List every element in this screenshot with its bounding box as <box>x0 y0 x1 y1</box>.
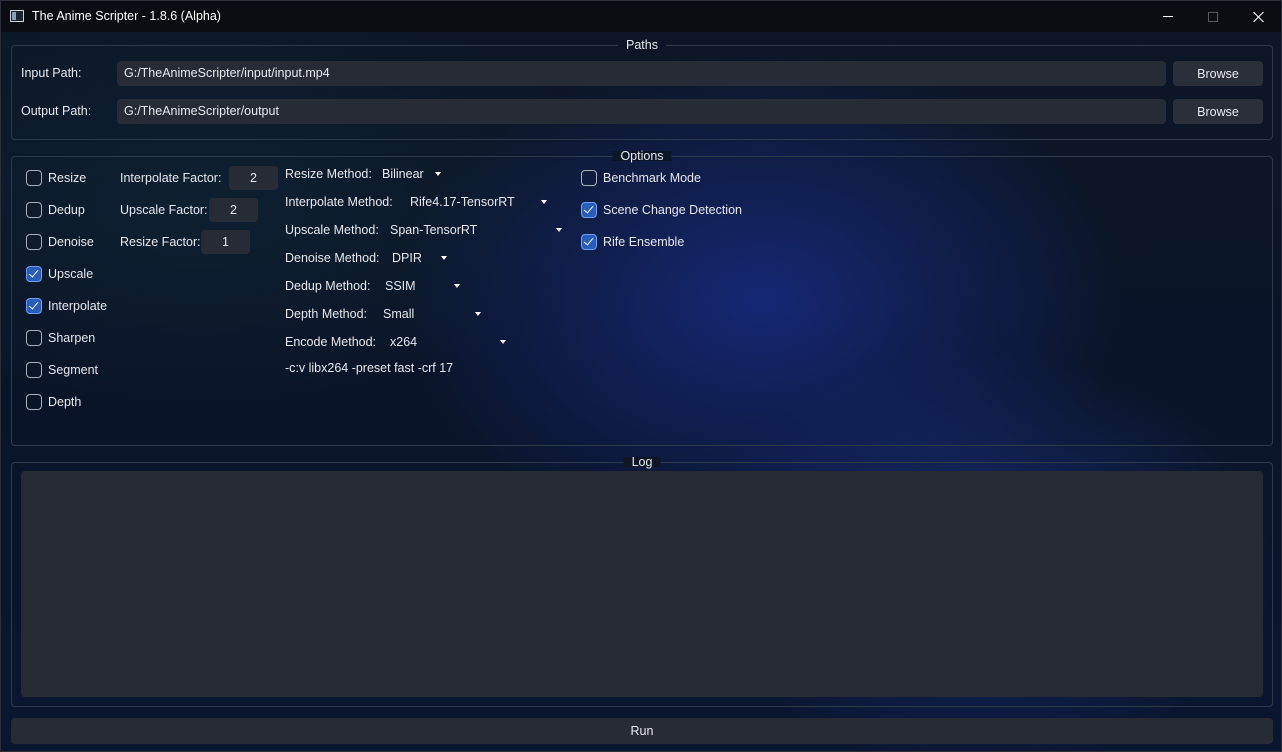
app-window: The Anime Scripter - 1.8.6 (Alpha) Paths… <box>0 0 1282 752</box>
denoise-checkbox-label[interactable]: Denoise <box>48 235 94 249</box>
dedup-method-label: Dedup Method: <box>285 279 371 293</box>
upscale-checkbox-label[interactable]: Upscale <box>48 267 93 281</box>
segment-checkbox-label[interactable]: Segment <box>48 363 98 377</box>
upscale-method-select[interactable]: Span-TensorRT <box>390 223 477 237</box>
close-button[interactable] <box>1236 1 1282 32</box>
interpolate-checkbox[interactable] <box>26 298 42 314</box>
scene-change-label[interactable]: Scene Change Detection <box>603 203 742 217</box>
maximize-icon <box>1208 11 1218 22</box>
interpolate-method-select[interactable]: Rife4.17-TensorRT <box>410 195 515 209</box>
dedup-method-select[interactable]: SSIM <box>385 279 416 293</box>
input-path-field[interactable]: G:/TheAnimeScripter/input/input.mp4 <box>117 61 1166 86</box>
app-icon <box>10 10 24 22</box>
benchmark-mode-label[interactable]: Benchmark Mode <box>603 171 701 185</box>
resize-checkbox-label[interactable]: Resize <box>48 171 86 185</box>
resize-method-select[interactable]: Bilinear <box>382 167 424 181</box>
resize-checkbox[interactable] <box>26 170 42 186</box>
denoise-checkbox[interactable] <box>26 234 42 250</box>
chevron-down-icon[interactable] <box>500 340 506 344</box>
chevron-down-icon[interactable] <box>435 172 441 176</box>
maximize-button <box>1190 1 1236 32</box>
resize-method-label: Resize Method: <box>285 167 372 181</box>
encode-method-label: Encode Method: <box>285 335 377 349</box>
window-title: The Anime Scripter - 1.8.6 (Alpha) <box>32 9 221 23</box>
interpolate-method-label: Interpolate Method: <box>285 195 393 209</box>
log-output[interactable] <box>21 471 1263 697</box>
depth-method-label: Depth Method: <box>285 307 367 321</box>
dedup-checkbox-label[interactable]: Dedup <box>48 203 85 217</box>
upscale-method-label: Upscale Method: <box>285 223 379 237</box>
sharpen-checkbox-label[interactable]: Sharpen <box>48 331 95 345</box>
chevron-down-icon[interactable] <box>556 228 562 232</box>
dedup-checkbox[interactable] <box>26 202 42 218</box>
denoise-method-select[interactable]: DPIR <box>392 251 422 265</box>
depth-checkbox-label[interactable]: Depth <box>48 395 81 409</box>
upscale-factor-spinbox[interactable]: 2 <box>209 198 258 222</box>
chevron-down-icon[interactable] <box>454 284 460 288</box>
upscale-factor-label: Upscale Factor: <box>120 203 208 217</box>
input-path-label: Input Path: <box>21 66 82 80</box>
depth-checkbox[interactable] <box>26 394 42 410</box>
rife-ensemble-label[interactable]: Rife Ensemble <box>603 235 684 249</box>
paths-group-title: Paths <box>618 38 666 52</box>
encode-method-select[interactable]: x264 <box>390 335 417 349</box>
minimize-icon <box>1163 16 1173 17</box>
chevron-down-icon[interactable] <box>475 312 481 316</box>
rife-ensemble-checkbox[interactable] <box>581 234 597 250</box>
options-group: Options <box>11 149 1273 446</box>
encode-params-text[interactable]: -c:v libx264 -preset fast -crf 17 <box>285 361 453 375</box>
depth-method-select[interactable]: Small <box>383 307 414 321</box>
denoise-method-label: Denoise Method: <box>285 251 380 265</box>
minimize-button[interactable] <box>1145 1 1191 32</box>
interpolate-factor-spinbox[interactable]: 2 <box>229 166 278 190</box>
chevron-down-icon[interactable] <box>441 256 447 260</box>
options-group-title: Options <box>612 149 672 163</box>
chevron-down-icon[interactable] <box>541 200 547 204</box>
segment-checkbox[interactable] <box>26 362 42 378</box>
scene-change-checkbox[interactable] <box>581 202 597 218</box>
sharpen-checkbox[interactable] <box>26 330 42 346</box>
resize-factor-spinbox[interactable]: 1 <box>201 230 250 254</box>
interpolate-checkbox-label[interactable]: Interpolate <box>48 299 107 313</box>
benchmark-mode-checkbox[interactable] <box>581 170 597 186</box>
output-path-field[interactable]: G:/TheAnimeScripter/output <box>117 99 1166 124</box>
log-group-title: Log <box>623 455 661 469</box>
close-icon <box>1253 11 1265 23</box>
upscale-checkbox[interactable] <box>26 266 42 282</box>
output-browse-button[interactable]: Browse <box>1173 99 1263 124</box>
paths-group: Paths <box>11 38 1273 140</box>
input-browse-button[interactable]: Browse <box>1173 61 1263 86</box>
title-bar[interactable]: The Anime Scripter - 1.8.6 (Alpha) <box>1 1 1281 32</box>
output-path-label: Output Path: <box>21 104 92 118</box>
run-button[interactable]: Run <box>11 718 1273 744</box>
interpolate-factor-label: Interpolate Factor: <box>120 171 222 185</box>
resize-factor-label: Resize Factor: <box>120 235 201 249</box>
